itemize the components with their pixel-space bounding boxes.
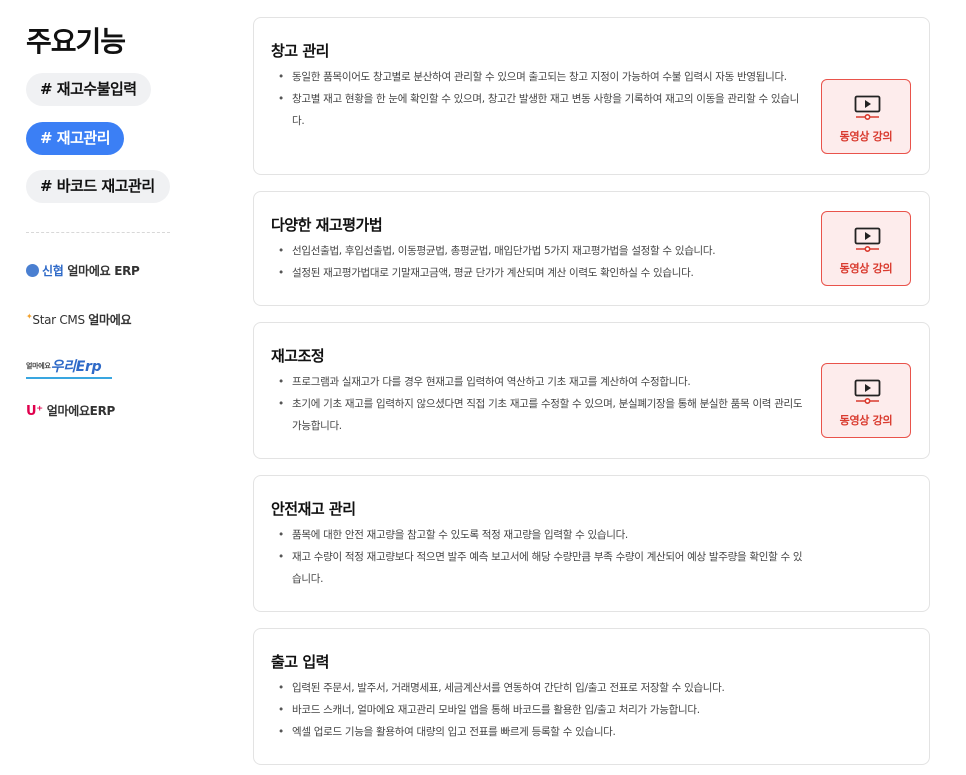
partner-logo-uplus: U⁺ 얼마에요ERP xyxy=(26,402,115,419)
feature-item: 재고 수량이 적정 재고량보다 적으면 발주 예측 보고서에 해당 수량만큼 부… xyxy=(278,546,808,590)
feature-item: 초기에 기초 재고를 입력하지 않으셨다면 직접 기초 재고를 수정할 수 있으… xyxy=(278,393,808,437)
partner-product: 우리Erp xyxy=(50,359,102,375)
feature-item: 프로그램과 실재고가 다를 경우 현재고를 입력하여 역산하고 기초 재고를 계… xyxy=(278,371,808,393)
video-lecture-label: 동영상 강의 xyxy=(839,130,893,143)
feature-card-warehouse: 창고 관리 동일한 품목이어도 창고별로 분산하여 관리할 수 있으며 출고되는… xyxy=(253,17,930,175)
feature-item: 동일한 품목이어도 창고별로 분산하여 관리할 수 있으며 출고되는 창고 지정… xyxy=(278,66,808,88)
feature-item: 바코드 스캐너, 얼마에요 재고관리 모바일 앱을 통해 바코드를 활용한 입/… xyxy=(278,699,838,721)
feature-list: 입력된 주문서, 발주서, 거래명세표, 세금계산서를 연동하여 간단히 입/출… xyxy=(278,677,838,743)
partner-product: 얼마에요 xyxy=(88,313,132,327)
logo-underline xyxy=(26,377,112,379)
feature-list: 동일한 품목이어도 창고별로 분산하여 관리할 수 있으며 출고되는 창고 지정… xyxy=(278,66,808,132)
partner-logo-shinhyup: 신협 얼마에요 ERP xyxy=(26,262,140,279)
page-title: 주요기능 xyxy=(26,25,126,58)
sidebar-divider xyxy=(26,232,170,233)
partner-logo-uri-erp: 얼마에요우리Erp xyxy=(26,356,112,379)
feature-item: 설정된 재고평가법대로 기말재고금액, 평균 단가가 계산되며 계산 이력도 확… xyxy=(278,262,838,284)
partner-brand: Star CMS xyxy=(32,313,85,327)
tag-stock-management[interactable]: # 재고관리 xyxy=(26,122,124,155)
feature-item: 입력된 주문서, 발주서, 거래명세표, 세금계산서를 연동하여 간단히 입/출… xyxy=(278,677,838,699)
partner-brand: 신협 xyxy=(42,264,64,278)
partner-product: 얼마에요 ERP xyxy=(67,264,140,278)
feature-card-valuation: 다양한 재고평가법 선입선출법, 후입선출법, 이동평균법, 총평균법, 매입단… xyxy=(253,191,930,306)
feature-card-adjustment: 재고조정 프로그램과 실재고가 다를 경우 현재고를 입력하여 역산하고 기초 … xyxy=(253,322,930,459)
sidebar: 주요기능 # 재고수불입력 # 재고관리 # 바코드 재고관리 신협 얼마에요 … xyxy=(0,0,200,775)
play-screen-icon xyxy=(854,227,881,252)
feature-list: 프로그램과 실재고가 다를 경우 현재고를 입력하여 역산하고 기초 재고를 계… xyxy=(278,371,808,437)
card-title: 출고 입력 xyxy=(271,653,329,671)
partner-brand: 얼마에요 xyxy=(26,362,51,370)
video-lecture-label: 동영상 강의 xyxy=(839,262,893,275)
feature-item: 엑셀 업로드 기능을 활용하여 대량의 입고 전표를 빠르게 등록할 수 있습니… xyxy=(278,721,838,743)
card-title: 다양한 재고평가법 xyxy=(271,216,383,234)
play-screen-icon xyxy=(854,379,881,404)
feature-item: 품목에 대한 안전 재고량을 참고할 수 있도록 적정 재고량을 입력할 수 있… xyxy=(278,524,808,546)
tag-barcode-stock[interactable]: # 바코드 재고관리 xyxy=(26,170,170,203)
video-lecture-label: 동영상 강의 xyxy=(839,414,893,427)
partner-brand: U⁺ xyxy=(26,404,43,419)
feature-list: 선입선출법, 후입선출법, 이동평균법, 총평균법, 매입단가법 5가지 재고평… xyxy=(278,240,838,284)
card-title: 재고조정 xyxy=(271,347,325,365)
feature-card-safety-stock: 안전재고 관리 품목에 대한 안전 재고량을 참고할 수 있도록 적정 재고량을… xyxy=(253,475,930,612)
card-title: 안전재고 관리 xyxy=(271,500,356,518)
feature-list: 품목에 대한 안전 재고량을 참고할 수 있도록 적정 재고량을 입력할 수 있… xyxy=(278,524,808,590)
feature-card-shipping: 출고 입력 입력된 주문서, 발주서, 거래명세표, 세금계산서를 연동하여 간… xyxy=(253,628,930,765)
feature-item: 창고별 재고 현황을 한 눈에 확인할 수 있으며, 창고간 발생한 재고 변동… xyxy=(278,88,808,132)
video-lecture-button[interactable]: 동영상 강의 xyxy=(821,211,911,286)
tag-stock-entry[interactable]: # 재고수불입력 xyxy=(26,73,151,106)
shinhyup-seal-icon xyxy=(26,264,39,277)
partner-product: 얼마에요ERP xyxy=(46,404,116,418)
play-screen-icon xyxy=(854,95,881,120)
feature-item: 선입선출법, 후입선출법, 이동평균법, 총평균법, 매입단가법 5가지 재고평… xyxy=(278,240,838,262)
card-title: 창고 관리 xyxy=(271,42,329,60)
partner-logo-starcms: ✦Star CMS 얼마에요 xyxy=(26,311,132,328)
video-lecture-button[interactable]: 동영상 강의 xyxy=(821,79,911,154)
video-lecture-button[interactable]: 동영상 강의 xyxy=(821,363,911,438)
